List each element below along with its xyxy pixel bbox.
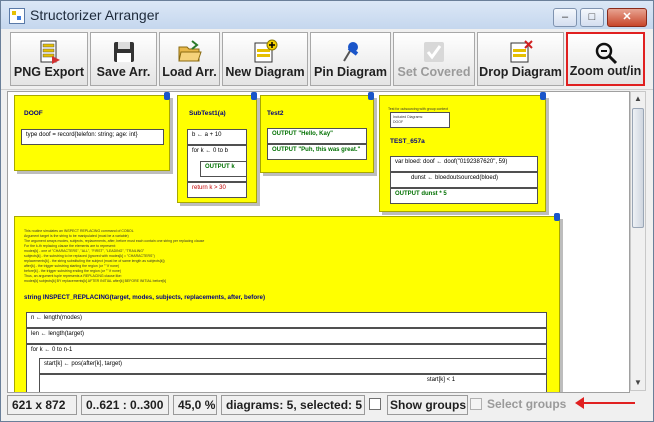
outsourced-call: dunst ← bloedoutsourced(bloed) xyxy=(390,172,538,188)
comment-line: This routine simulates an INSPECT REPLAC… xyxy=(24,229,134,233)
new-diagram-button[interactable]: New Diagram xyxy=(222,32,308,86)
comment-line: replacements[k] - the string substitutin… xyxy=(24,259,165,263)
vertical-scrollbar[interactable]: ▲ ▼ xyxy=(630,91,646,391)
comment-line: subjects[k] - the substring to be replac… xyxy=(24,254,155,258)
pin-diagram-button[interactable]: Pin Diagram xyxy=(310,32,391,86)
diagram-title: string INSPECT_REPLACING(target, modes, … xyxy=(24,294,266,301)
new-diagram-label: New Diagram xyxy=(225,65,305,79)
diagram-title: Test2 xyxy=(267,110,284,117)
minimize-button[interactable]: – xyxy=(553,8,577,27)
assignment: len ← length(target) xyxy=(26,328,547,344)
zoom-out-in-button[interactable]: Zoom out/in xyxy=(566,32,645,86)
checkmark-icon xyxy=(424,42,444,62)
drop-diagram-button[interactable]: Drop Diagram xyxy=(477,32,564,86)
comment-line: modes[k] subjects[k] BY replacements[k] … xyxy=(24,279,167,283)
drop-diagram-label: Drop Diagram xyxy=(479,65,562,79)
open-folder-icon xyxy=(177,40,202,62)
output: OUTPUT "Hello, Kay" xyxy=(267,128,367,144)
new-diagram-icon xyxy=(254,39,278,63)
set-covered-button[interactable]: Set Covered xyxy=(393,32,475,86)
zoom-out-in-label: Zoom out/in xyxy=(569,64,642,78)
pin-icon xyxy=(368,92,374,100)
return: return k > 30 xyxy=(187,182,247,198)
diagram-title: SubTest1(a) xyxy=(189,110,226,117)
scroll-down-icon[interactable]: ▼ xyxy=(631,376,645,390)
assignment: n ← length(modes) xyxy=(26,312,547,328)
magnifier-zoom-icon xyxy=(595,42,617,65)
comment-line: after[k] - the trigger substring startin… xyxy=(24,264,120,268)
comment-line: Argument target is the string to be mani… xyxy=(24,234,129,238)
pin-icon xyxy=(251,92,257,100)
output: OUTPUT k xyxy=(200,161,247,177)
png-export-label: PNG Export xyxy=(13,65,85,79)
scroll-up-icon[interactable]: ▲ xyxy=(631,92,645,106)
close-button[interactable]: ✕ xyxy=(607,8,647,27)
pushpin-icon xyxy=(342,42,358,62)
status-bar: 621 x 872 0..621 : 0..300 45,0 % diagram… xyxy=(7,394,649,418)
load-arrangement-button[interactable]: Load Arr. xyxy=(159,32,220,86)
for-loop-header: for k ← 0 to b xyxy=(192,148,229,154)
show-groups-label: Show groups xyxy=(390,398,466,412)
comment-line: The argument arrays modes, subjects, rep… xyxy=(24,239,205,243)
comment-line: For the k-th replacing clause the elemen… xyxy=(24,244,116,248)
select-groups-label: Select groups xyxy=(487,397,567,411)
title-bar: Structorizer Arranger – □ ✕ xyxy=(1,1,653,29)
drop-diagram-icon xyxy=(510,40,533,63)
diagram-comment: Test for outsourcing with group context xyxy=(388,107,448,111)
pin-icon xyxy=(164,92,170,100)
for-loop-header: for k ← 0 to n-1 xyxy=(31,347,73,353)
output: OUTPUT "Puh, this was great." xyxy=(267,144,367,160)
diagram-test2[interactable]: Test2 OUTPUT "Hello, Kay" OUTPUT "Puh, t… xyxy=(260,92,374,173)
pin-diagram-label: Pin Diagram xyxy=(314,65,387,79)
output: OUTPUT dunst * 5 xyxy=(390,188,538,204)
png-export-icon xyxy=(40,40,60,64)
comment-line: modes[k] - one of "CHARACTERS", "ALL", "… xyxy=(24,249,145,253)
toolbar: PNG Export Save Arr. Load Arr. New Diagr… xyxy=(1,29,653,90)
save-arrangement-button[interactable]: Save Arr. xyxy=(90,32,157,86)
included-name: DOOF xyxy=(393,120,404,124)
floppy-disk-icon xyxy=(113,42,134,62)
annotation-arrow xyxy=(575,397,635,409)
scrollbar-thumb[interactable] xyxy=(632,108,644,228)
save-arrangement-label: Save Arr. xyxy=(96,65,151,79)
type-definition: type doof = record{telefon: string; age:… xyxy=(21,129,164,145)
assignment: var bloed: doof ← doof("0192387620", 59) xyxy=(390,156,538,172)
set-covered-label: Set Covered xyxy=(397,65,471,79)
diagram-canvas[interactable]: DOOF type doof = record{telefon: string;… xyxy=(7,91,630,393)
diagram-title: TEST_657a xyxy=(390,138,425,145)
window-title: Structorizer Arranger xyxy=(30,7,160,23)
app-icon xyxy=(9,8,25,24)
canvas-size: 621 x 872 xyxy=(7,395,77,415)
zoom-level: 45,0 % xyxy=(173,395,217,415)
maximize-button[interactable]: □ xyxy=(580,8,604,27)
show-groups-checkbox[interactable] xyxy=(369,398,381,410)
select-groups-checkbox[interactable] xyxy=(470,398,482,410)
diagram-title: DOOF xyxy=(24,110,43,117)
if-condition: start[k] < 1 xyxy=(39,374,547,392)
assignment: b ← a + 10 xyxy=(187,129,247,145)
arranger-window: Structorizer Arranger – □ ✕ PNG Export S… xyxy=(0,0,654,422)
comment-line: Thus, an argument tuple represents a REP… xyxy=(24,274,122,278)
diagram-doof[interactable]: DOOF type doof = record{telefon: string;… xyxy=(14,92,170,171)
diagram-inspect-replacing[interactable]: This routine simulates an INSPECT REPLAC… xyxy=(14,213,560,392)
comment-line: before[k] - the trigger substring ending… xyxy=(24,269,122,273)
diagram-subtest1[interactable]: SubTest1(a) b ← a + 10 for k ← 0 to b OU… xyxy=(177,92,257,203)
included-diagrams-box: Included Diagrams: DOOF xyxy=(390,112,450,128)
load-arrangement-label: Load Arr. xyxy=(162,65,217,79)
diagram-test-657a[interactable]: Test for outsourcing with group context … xyxy=(379,92,546,212)
included-label: Included Diagrams: xyxy=(393,115,424,119)
pin-icon xyxy=(540,92,546,100)
diagram-count: diagrams: 5, selected: 5 xyxy=(221,395,365,415)
show-groups-box[interactable]: Show groups xyxy=(387,395,468,415)
visible-range: 0..621 : 0..300 xyxy=(81,395,169,415)
assignment: start[k] ← pos(after[k], target) xyxy=(39,358,547,374)
pin-icon xyxy=(554,213,560,221)
png-export-button[interactable]: PNG Export xyxy=(10,32,88,86)
